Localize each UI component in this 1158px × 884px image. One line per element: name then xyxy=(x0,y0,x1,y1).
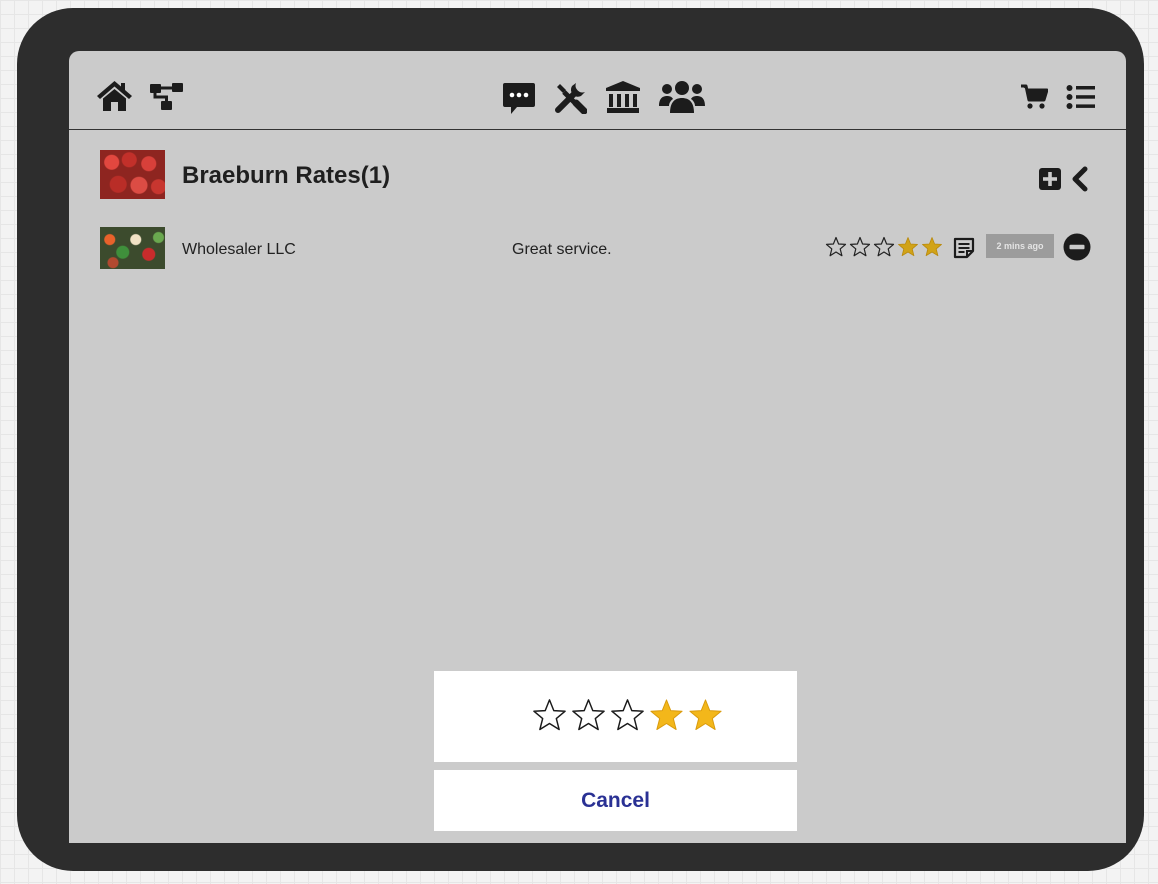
star-filled-icon[interactable] xyxy=(647,696,686,735)
note-icon[interactable] xyxy=(953,237,975,259)
users-icon[interactable] xyxy=(658,80,706,114)
list-icon[interactable] xyxy=(1066,84,1096,110)
remove-icon[interactable] xyxy=(1063,233,1091,261)
app-screen: Braeburn Rates(1) Wholesaler LLC Great s… xyxy=(69,51,1126,843)
row-star-rating xyxy=(824,235,944,259)
star-empty-icon xyxy=(825,236,847,257)
top-navigation-bar xyxy=(69,51,1126,130)
product-thumbnail-apples xyxy=(100,150,165,199)
star-filled-icon[interactable] xyxy=(686,696,725,735)
cart-icon[interactable] xyxy=(1020,84,1048,110)
rater-thumbnail-vegetables xyxy=(100,227,165,269)
tools-icon[interactable] xyxy=(554,81,587,114)
hierarchy-icon[interactable] xyxy=(149,82,184,111)
star-picker xyxy=(530,696,725,735)
star-empty-icon[interactable] xyxy=(530,696,569,735)
star-filled-icon xyxy=(922,237,942,257)
rating-picker-panel xyxy=(434,671,797,762)
back-chevron-icon[interactable] xyxy=(1070,166,1090,192)
star-empty-icon xyxy=(873,236,895,257)
add-icon[interactable] xyxy=(1038,167,1062,191)
cancel-button[interactable]: Cancel xyxy=(434,770,797,831)
bank-icon[interactable] xyxy=(605,80,641,114)
star-empty-icon xyxy=(849,236,871,257)
home-icon[interactable] xyxy=(96,80,133,112)
tablet-frame: Braeburn Rates(1) Wholesaler LLC Great s… xyxy=(17,8,1144,871)
page-title: Braeburn Rates(1) xyxy=(182,162,391,189)
timestamp-badge: 2 mins ago xyxy=(986,234,1054,258)
star-filled-icon xyxy=(898,237,918,257)
chat-icon[interactable] xyxy=(502,82,536,115)
rater-name: Wholesaler LLC xyxy=(182,241,296,258)
rating-comment: Great service. xyxy=(512,241,612,258)
star-empty-icon[interactable] xyxy=(608,696,647,735)
star-empty-icon[interactable] xyxy=(569,696,608,735)
